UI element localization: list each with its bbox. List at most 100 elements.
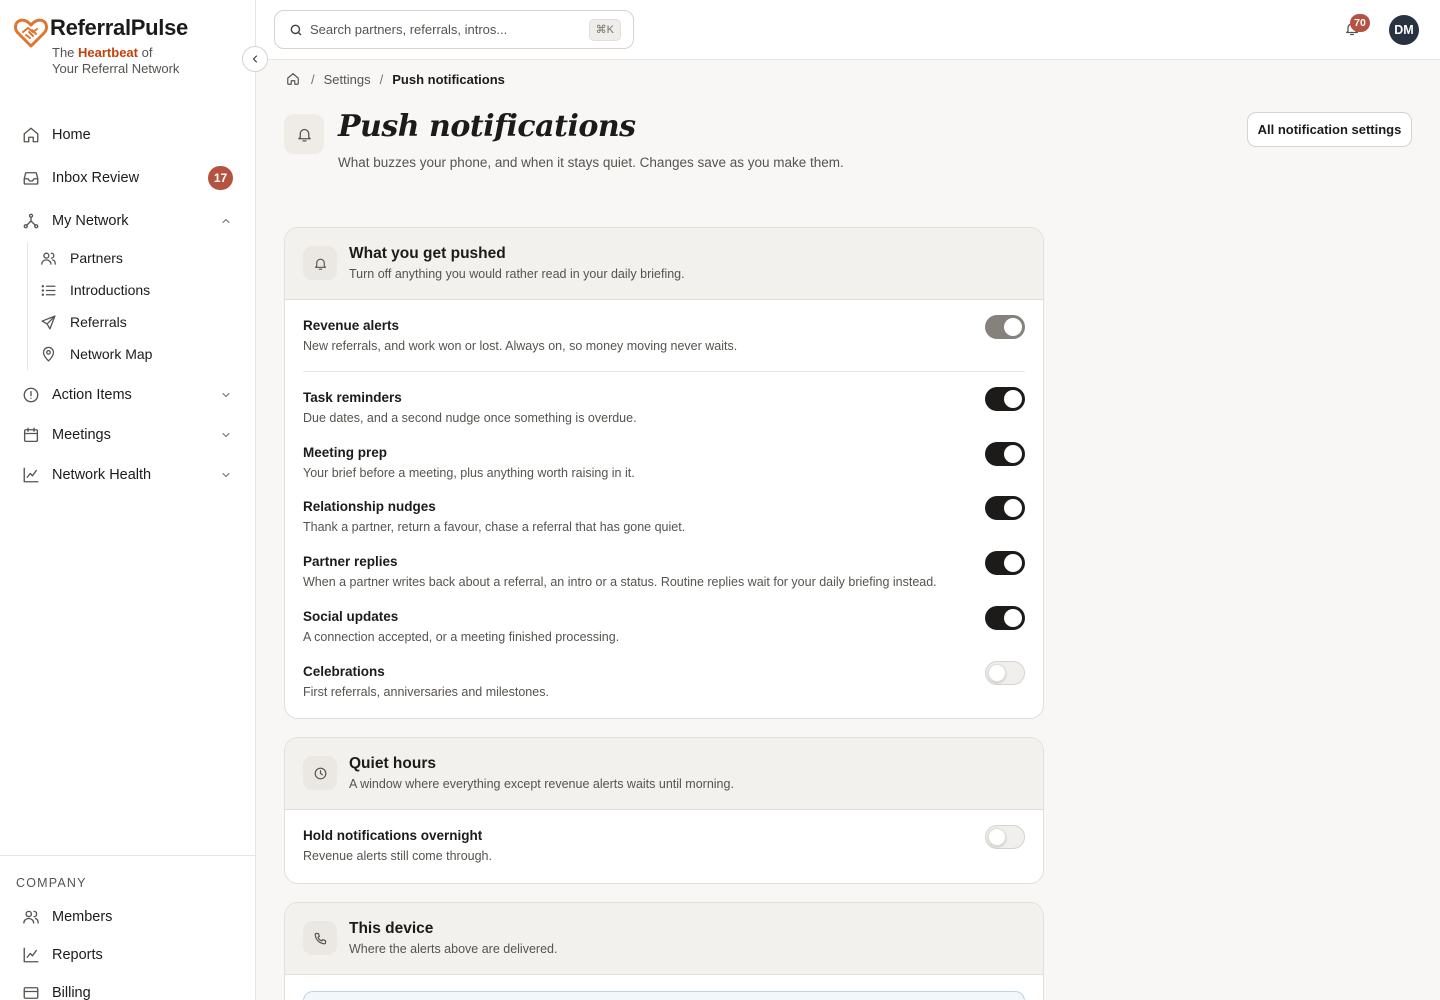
- bell-icon: [297, 128, 311, 142]
- sidebar-item-label: Billing: [52, 985, 91, 1000]
- chevron-left-icon: [252, 55, 258, 63]
- toggle-knob: [988, 664, 1006, 682]
- setting-title: Partner replies: [303, 554, 398, 569]
- network-icon: [23, 213, 39, 229]
- chevron-up-icon: [222, 218, 230, 224]
- credit-card-icon: [23, 987, 39, 999]
- sidebar-item-network-health[interactable]: Network Health: [14, 457, 242, 493]
- subnav-guide-line: [27, 242, 28, 370]
- users-icon: [41, 252, 56, 265]
- breadcrumb-separator: /: [379, 71, 384, 87]
- inbox-count-badge: 17: [208, 166, 233, 190]
- hold-overnight-toggle[interactable]: [985, 825, 1025, 849]
- map-pin-icon: [42, 346, 55, 362]
- setting-description: A connection accepted, or a meeting fini…: [303, 630, 620, 644]
- search-input[interactable]: Search partners, referrals, intros... ⌘K: [274, 10, 634, 49]
- card-header: Quiet hours A window where everything ex…: [285, 738, 1043, 810]
- card-subtitle: Turn off anything you would rather read …: [349, 267, 685, 281]
- card-icon-tile: [303, 921, 337, 955]
- sidebar-item-my-network[interactable]: My Network: [14, 203, 242, 239]
- collapse-sidebar-button[interactable]: [242, 46, 268, 72]
- page-subtitle: What buzzes your phone, and when it stay…: [338, 155, 844, 170]
- home-icon[interactable]: [286, 72, 300, 86]
- setting-title: Hold notifications overnight: [303, 828, 483, 843]
- list-icon: [41, 285, 56, 296]
- handshake-heart-logo-icon: [14, 18, 48, 48]
- sidebar-item-home[interactable]: Home: [14, 117, 242, 153]
- card-subtitle: Where the alerts above are delivered.: [349, 942, 558, 956]
- sidebar-subitem-label: Network Map: [70, 346, 153, 362]
- setting-title: Celebrations: [303, 664, 385, 679]
- card-header: What you get pushed Turn off anything yo…: [285, 228, 1043, 300]
- setting-row-hold-overnight: Hold notifications overnight Revenue ale…: [303, 825, 1025, 872]
- sidebar-item-billing[interactable]: Billing: [14, 975, 242, 1000]
- sidebar-divider: [0, 855, 256, 856]
- chevron-down-icon: [222, 392, 230, 398]
- sidebar-item-label: Inbox Review: [52, 170, 140, 186]
- sidebar-item-introductions[interactable]: Introductions: [36, 275, 242, 305]
- breadcrumb-separator: /: [311, 71, 315, 87]
- card-icon-tile: [303, 756, 337, 790]
- social-updates-toggle[interactable]: [985, 606, 1025, 630]
- search-icon: [290, 24, 302, 36]
- setting-row-task-reminders: Task reminders Due dates, and a second n…: [303, 387, 1025, 434]
- device-info-panel: [303, 991, 1025, 1000]
- card-title: This device: [349, 920, 434, 937]
- setting-title: Social updates: [303, 609, 399, 624]
- toggle-knob: [1004, 445, 1022, 463]
- page-title: Push notifications: [338, 109, 636, 144]
- sidebar-subitem-label: Introductions: [70, 282, 151, 298]
- sidebar-item-label: Members: [52, 909, 113, 925]
- task-reminders-toggle[interactable]: [985, 387, 1025, 411]
- celebrations-toggle[interactable]: [985, 661, 1025, 685]
- card-title: What you get pushed: [349, 245, 506, 262]
- bell-icon: [314, 258, 326, 270]
- sidebar-subitem-label: Referrals: [70, 314, 127, 330]
- sidebar-item-label: Reports: [52, 947, 103, 963]
- setting-row-partner-replies: Partner replies When a partner writes ba…: [303, 551, 1025, 598]
- line-chart-icon: [23, 467, 39, 483]
- sidebar-item-network-map[interactable]: Network Map: [36, 339, 242, 369]
- tagline-highlight: Heartbeat: [78, 45, 138, 60]
- sidebar-item-inbox-review[interactable]: Inbox Review 17: [14, 160, 242, 196]
- setting-title: Meeting prep: [303, 445, 388, 460]
- sidebar-item-members[interactable]: Members: [14, 899, 242, 935]
- avatar[interactable]: DM: [1389, 15, 1419, 45]
- company-section-heading: COMPANY: [16, 876, 87, 890]
- sidebar-item-action-items[interactable]: Action Items: [14, 377, 242, 413]
- setting-description: When a partner writes back about a refer…: [303, 575, 937, 589]
- keyboard-shortcut-hint: ⌘K: [588, 19, 621, 41]
- card-title: Quiet hours: [349, 755, 436, 772]
- inbox-icon: [23, 172, 39, 185]
- tagline-post: of: [137, 45, 153, 60]
- setting-description: Revenue alerts still come through.: [303, 849, 492, 863]
- sidebar-item-referrals[interactable]: Referrals: [36, 307, 242, 337]
- brand-name: ReferralPulse: [50, 15, 188, 40]
- sidebar: ReferralPulse The Heartbeat of Your Refe…: [0, 0, 256, 1000]
- toggle-knob: [1004, 318, 1022, 336]
- sidebar-item-reports[interactable]: Reports: [14, 937, 242, 973]
- breadcrumb-settings-link[interactable]: Settings: [324, 72, 371, 87]
- sidebar-item-label: Network Health: [52, 467, 152, 483]
- meeting-prep-toggle[interactable]: [985, 442, 1025, 466]
- sidebar-subitem-label: Partners: [70, 250, 123, 266]
- search-placeholder: Search partners, referrals, intros...: [310, 22, 508, 37]
- sidebar-item-label: Home: [52, 127, 91, 143]
- alert-circle-icon: [23, 387, 39, 403]
- breadcrumb-current: Push notifications: [392, 71, 505, 87]
- sidebar-item-partners[interactable]: Partners: [36, 243, 242, 273]
- sidebar-item-meetings[interactable]: Meetings: [14, 417, 242, 453]
- relationship-nudges-toggle[interactable]: [985, 496, 1025, 520]
- quiet-hours-card: Quiet hours A window where everything ex…: [284, 737, 1044, 884]
- setting-title: Task reminders: [303, 390, 402, 405]
- setting-title: Relationship nudges: [303, 499, 436, 514]
- partner-replies-toggle[interactable]: [985, 551, 1025, 575]
- toggle-knob: [1004, 390, 1022, 408]
- setting-description: First referrals, anniversaries and miles…: [303, 685, 549, 699]
- setting-description: Due dates, and a second nudge once somet…: [303, 411, 637, 425]
- phone-icon: [314, 932, 326, 944]
- setting-row-revenue-alerts: Revenue alerts New referrals, and work w…: [303, 315, 1025, 362]
- tagline-pre: The: [52, 45, 79, 60]
- pushed-settings-card: What you get pushed Turn off anything yo…: [284, 227, 1044, 719]
- all-notification-settings-button[interactable]: All notification settings: [1247, 112, 1412, 147]
